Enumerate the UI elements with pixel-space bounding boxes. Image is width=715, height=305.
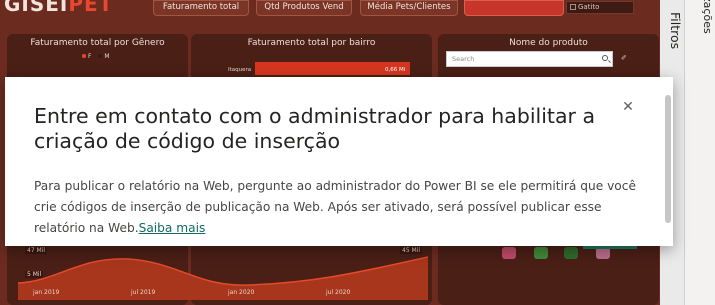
x-tick-label: jan 2020 xyxy=(228,289,255,296)
kpi-card-faturamento[interactable]: Faturamento total xyxy=(153,0,249,16)
search-icon[interactable] xyxy=(602,55,608,61)
bar-category-label: Itaquera xyxy=(228,67,252,73)
kpi-card-qtd-produtos[interactable]: Qtd Produtos Vend xyxy=(256,0,352,16)
product-search-input[interactable]: Search xyxy=(446,51,613,67)
line-area xyxy=(18,257,428,300)
legend-dot-icon xyxy=(98,54,103,58)
bar-data-label: 0,66 Mi xyxy=(385,67,406,73)
legend-dot-icon xyxy=(82,54,86,58)
filters-pane-label[interactable]: Filtros xyxy=(668,12,683,49)
dialog-title: Entre em contato com o administrador par… xyxy=(34,104,596,153)
panel-title: Nome do produto xyxy=(509,38,588,48)
eraser-icon[interactable]: ✐ xyxy=(621,54,627,62)
product-image[interactable] xyxy=(534,247,548,259)
x-tick-label: jan 2019 xyxy=(33,289,60,296)
visualizations-pane-label[interactable]: Visualizações xyxy=(701,0,714,34)
close-icon[interactable]: ✕ xyxy=(620,99,636,115)
line-chart xyxy=(18,256,428,300)
x-tick-label: jul 2019 xyxy=(131,289,156,296)
product-image[interactable] xyxy=(564,247,578,259)
dialog-body-text: Para publicar o relatório na Web, pergun… xyxy=(34,179,636,235)
embed-code-dialog: Entre em contato com o administrador par… xyxy=(5,77,673,246)
panel-title: Faturamento total por Gênero xyxy=(30,38,165,48)
y-label: 47 Mil xyxy=(25,247,48,254)
kpi-card-media-pets[interactable]: Média Pets/Clientes xyxy=(360,0,458,16)
panel-title: Faturamento total por bairro xyxy=(247,38,376,48)
y-label: 5 Mil xyxy=(25,271,44,278)
x-tick-label: jul 2020 xyxy=(326,289,351,296)
learn-more-link[interactable]: Saiba mais xyxy=(139,221,206,235)
product-image[interactable] xyxy=(502,247,516,259)
report-logo: GISEIPET xyxy=(4,0,114,16)
dialog-scrollbar[interactable] xyxy=(665,95,671,223)
chart-legend: F M xyxy=(82,53,110,60)
slicer-gatito[interactable]: Gatito xyxy=(566,1,634,14)
dialog-body: Para publicar o relatório na Web, pergun… xyxy=(34,176,649,239)
y-label: 45 Mil xyxy=(400,247,423,254)
kpi-card-highlight[interactable] xyxy=(464,0,564,16)
checkbox-icon[interactable] xyxy=(570,4,576,10)
